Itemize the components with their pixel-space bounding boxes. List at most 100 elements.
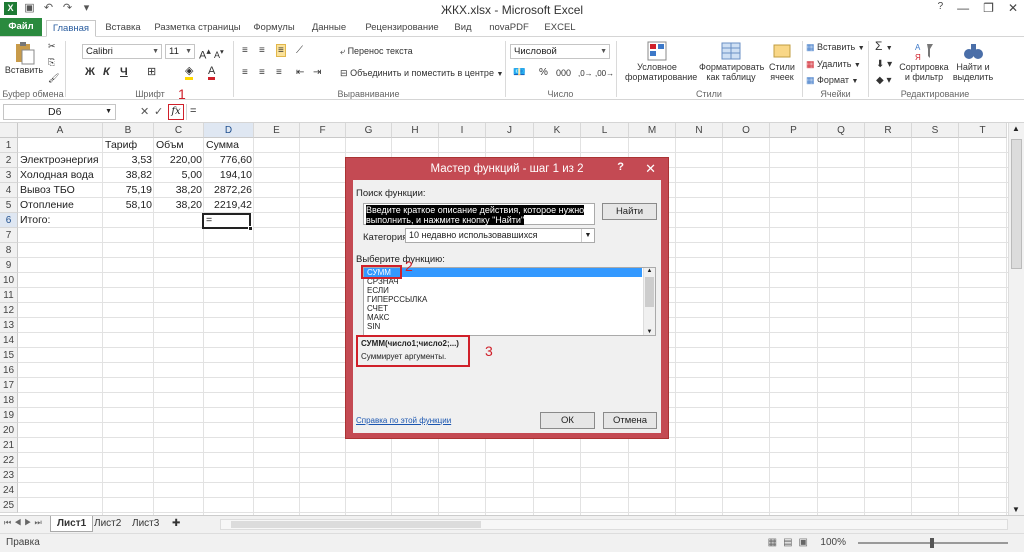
function-help-link[interactable]: Справка по этой функции [356,416,451,425]
percent-button[interactable]: % [539,67,548,78]
tab-novapdf[interactable]: novaPDF [483,20,535,37]
orientation-icon[interactable]: ⟋ [296,45,303,56]
maximize-button[interactable]: ❐ [983,1,994,15]
row-header[interactable]: 4 [0,183,18,198]
row-header[interactable]: 11 [0,288,18,303]
select-all-corner[interactable] [0,123,18,138]
row-header[interactable]: 6 [0,213,18,228]
row-header[interactable]: 22 [0,453,18,468]
align-center-icon[interactable]: ≡ [259,67,265,78]
scroll-down-arrow-icon[interactable]: ▼ [1012,505,1020,514]
column-header[interactable]: N [676,123,723,138]
column-header[interactable]: F [300,123,346,138]
minimize-button[interactable]: — [957,1,969,15]
thousands-button[interactable]: 000 [556,68,571,79]
function-list-item[interactable]: ГИПЕРССЫЛКА [364,295,642,304]
scroll-down-arrow-icon[interactable]: ▼ [644,329,655,335]
clear-icon[interactable]: ◆ ▾ [876,75,892,86]
vertical-scrollbar[interactable]: ▲ ▼ [1008,123,1024,515]
find-button[interactable]: Найти [602,203,657,220]
view-buttons-icon[interactable]: ▦▤▣ [768,534,814,551]
sheet-tab-2[interactable]: Лист2 [88,516,127,532]
column-header[interactable]: D [204,123,254,138]
scroll-up-arrow-icon[interactable]: ▲ [1012,124,1020,133]
align-left-icon[interactable]: ≡ [242,67,248,78]
cell-a2[interactable]: Электроэнергия [18,153,107,168]
cell-d3[interactable]: 194,10 [204,168,254,183]
row-header[interactable]: 9 [0,258,18,273]
tab-view[interactable]: Вид [450,20,476,37]
row-header[interactable]: 21 [0,438,18,453]
delete-cells-button[interactable]: ▦ Удалить ▼ [806,59,861,71]
category-select[interactable]: 10 недавно использовавшихся ▼ [405,228,595,243]
fill-color-icon[interactable]: ◈ [185,65,194,80]
column-header[interactable]: L [581,123,629,138]
name-box[interactable]: D6 ▼ [3,104,116,120]
column-header[interactable]: G [346,123,392,138]
tab-review[interactable]: Рецензирование [358,20,446,37]
fill-icon[interactable]: ⬇ ▾ [876,59,892,70]
row-header[interactable]: 16 [0,363,18,378]
column-header[interactable]: C [154,123,204,138]
function-search-input[interactable]: Введите краткое описание действия, котор… [363,203,595,225]
row-header[interactable]: 19 [0,408,18,423]
cell-a4[interactable]: Вывоз ТБО [18,183,107,198]
row-header[interactable]: 24 [0,483,18,498]
row-header[interactable]: 20 [0,423,18,438]
row-header[interactable]: 3 [0,168,18,183]
sheet-nav-arrows-icon[interactable]: ⏮◀▶⏭ [4,518,45,528]
cell-c5[interactable]: 38,20 [154,198,204,213]
increase-indent-icon[interactable]: ⇥ [313,67,321,78]
column-header[interactable]: S [912,123,959,138]
conditional-formatting-button[interactable]: Условное форматирование [619,40,697,82]
scroll-thumb[interactable] [645,277,654,307]
align-right-icon[interactable]: ≡ [276,67,282,78]
sheet-tab-1[interactable]: Лист1 [50,516,94,532]
function-list[interactable]: СУММ СРЗНАЧ ЕСЛИ ГИПЕРССЫЛКА СЧЕТ МАКС S… [363,267,656,336]
find-select-button[interactable]: Найти и выделить [951,40,995,82]
function-list-item[interactable]: ЕСЛИ [364,286,642,295]
zoom-level[interactable]: 100% [820,534,846,551]
help-icon[interactable]: ? [938,1,944,15]
format-painter-icon[interactable]: 🖌 [48,73,59,84]
underline-button[interactable]: Ч [120,67,128,78]
column-header[interactable]: O [723,123,770,138]
row-header[interactable]: 10 [0,273,18,288]
row-header[interactable]: 14 [0,333,18,348]
cell-d2[interactable]: 776,60 [204,153,254,168]
cell-b2[interactable]: 3,53 [103,153,154,168]
row-header[interactable]: 2 [0,153,18,168]
wrap-text-button[interactable]: ⤶ Перенос текста [340,46,413,57]
bold-button[interactable]: Ж [85,67,95,78]
increase-decimal-icon[interactable]: ,0→ [578,68,593,79]
number-format-select[interactable]: Числовой ▼ [510,44,610,59]
grow-font-icon[interactable]: A▴ [199,46,211,62]
enter-formula-icon[interactable]: ✓ [154,105,163,118]
column-header[interactable]: A [18,123,103,138]
cell-b4[interactable]: 75,19 [103,183,154,198]
insert-cells-button[interactable]: ▦ Вставить ▼ [806,42,865,54]
align-bottom-icon[interactable]: ≡ [276,44,286,57]
font-name-select[interactable]: Calibri ▼ [82,44,162,59]
row-header[interactable]: 1 [0,138,18,153]
zoom-slider[interactable] [858,538,1008,548]
new-sheet-icon[interactable]: ✚ [166,516,186,532]
copy-icon[interactable]: ⎘ [48,57,55,68]
function-list-scrollbar[interactable]: ▲ ▼ [643,268,655,335]
cell-b5[interactable]: 58,10 [103,198,154,213]
tab-data[interactable]: Данные [304,20,354,37]
column-header[interactable]: R [865,123,912,138]
shrink-font-icon[interactable]: A▾ [214,46,224,61]
row-header[interactable]: 8 [0,243,18,258]
fill-handle[interactable] [248,226,253,231]
row-header[interactable]: 25 [0,498,18,513]
borders-icon[interactable]: ⊞ [147,67,156,78]
function-list-item[interactable]: SIN [364,322,642,331]
cell-b3[interactable]: 38,82 [103,168,154,183]
row-header[interactable]: 13 [0,318,18,333]
row-header[interactable]: 12 [0,303,18,318]
tab-excel[interactable]: EXCEL [541,20,579,37]
close-button[interactable]: ✕ [1008,1,1018,15]
italic-button[interactable]: К [103,67,110,78]
cell-c1[interactable]: Объм [154,138,204,153]
